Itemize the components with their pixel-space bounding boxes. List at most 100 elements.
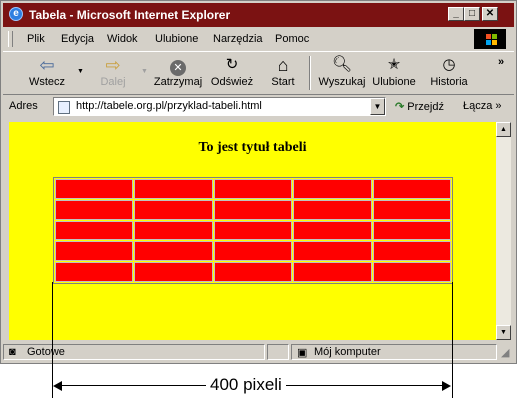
menu-edycja[interactable]: Edycja (61, 33, 94, 45)
menu-bar: Plik Edycja Widok Ulubione Narzędzia Pom… (3, 28, 514, 50)
table-cell (55, 179, 134, 199)
status-ie-icon: ◙ (9, 346, 16, 358)
address-bar: Adres http://tabele.org.pl/przyklad-tabe… (3, 96, 514, 118)
address-dropdown-icon[interactable]: ▼ (370, 98, 385, 115)
toolbar-separator (309, 56, 311, 90)
table-cell (372, 199, 451, 220)
table-cell (293, 241, 372, 262)
home-label: Start (271, 76, 295, 88)
refresh-label: Odśwież (210, 76, 254, 88)
menubar-grip[interactable] (8, 31, 13, 47)
menu-ulubione[interactable]: Ulubione (155, 33, 198, 45)
table-cell (134, 220, 213, 241)
favorites-label: Ulubione (372, 76, 416, 88)
back-button[interactable]: ⇦ Wstecz (21, 54, 73, 92)
table-row (55, 262, 451, 282)
status-zone: Mój komputer (314, 346, 381, 358)
home-button[interactable]: ⌂ Start (265, 54, 301, 92)
menu-widok[interactable]: Widok (107, 33, 138, 45)
table-cell (372, 262, 451, 282)
back-dropdown-icon[interactable]: ▼ (77, 68, 84, 75)
table-cell (293, 179, 372, 199)
table-cell (134, 262, 213, 282)
toolbar-overflow-chevron-icon[interactable]: » (498, 56, 504, 68)
table-cell (213, 179, 293, 199)
table-row (55, 199, 451, 220)
minimize-button[interactable]: _ (448, 7, 464, 21)
table-cell (372, 220, 451, 241)
menu-plik[interactable]: Plik (27, 33, 45, 45)
table-cell (134, 241, 213, 262)
maximize-button[interactable]: □ (464, 7, 480, 21)
computer-icon: ▣ (297, 347, 308, 359)
table-cell (213, 241, 293, 262)
width-annotation-label: 400 pixeli (206, 375, 286, 395)
right-guide-line (452, 282, 453, 398)
go-button[interactable]: ↷ Przejdź (395, 100, 444, 113)
left-arrowhead-icon (53, 381, 62, 391)
search-label: Wyszukaj (318, 76, 366, 88)
favorites-button[interactable]: ✭ Ulubione (371, 54, 417, 92)
table-cell (134, 179, 213, 199)
table-cell (213, 220, 293, 241)
table-cell (213, 199, 293, 220)
browser-window: e Tabela - Microsoft Internet Explorer _… (0, 0, 517, 364)
status-bar: ◙ Gotowe ▣ Mój komputer ◢ (3, 343, 514, 361)
forward-button[interactable]: ⇨ Dalej (89, 54, 137, 92)
address-input[interactable]: http://tabele.org.pl/przyklad-tabeli.htm… (53, 97, 386, 116)
status-text: Gotowe (27, 346, 65, 358)
table-cell (372, 179, 451, 199)
history-icon: ◷ (442, 56, 456, 73)
left-arrow-icon: ⇦ (39, 55, 55, 75)
menu-narzedzia[interactable]: Narzędzia (213, 33, 263, 45)
window-title: Tabela - Microsoft Internet Explorer (29, 8, 231, 22)
table-cell (293, 262, 372, 282)
table-cell (372, 241, 451, 262)
close-button[interactable]: ✕ (482, 7, 498, 21)
status-pane-1 (267, 344, 289, 360)
table-title: To jest tytuł tabeli (198, 140, 307, 155)
history-button[interactable]: ◷ Historia (427, 54, 471, 92)
stop-button[interactable]: ✕ Zatrzymaj (151, 54, 205, 92)
ie-app-icon: e (9, 7, 23, 21)
table-cell (293, 199, 372, 220)
home-icon: ⌂ (277, 55, 289, 75)
links-button[interactable]: Łącza » (463, 100, 502, 112)
menu-pomoc[interactable]: Pomoc (275, 33, 309, 45)
demo-table (53, 177, 453, 284)
table-cell (55, 199, 134, 220)
favorites-icon: ✭ (387, 56, 401, 73)
vertical-scrollbar[interactable]: ▲ ▼ (496, 122, 511, 340)
right-arrow-icon: ⇨ (105, 55, 121, 75)
page-content: To jest tytuł tabeli (9, 122, 496, 340)
table-cell (293, 220, 372, 241)
page-icon (58, 101, 70, 114)
scroll-up-button[interactable]: ▲ (496, 122, 511, 137)
refresh-button[interactable]: ↻ Odśwież (209, 54, 255, 92)
resize-grip-icon[interactable]: ◢ (501, 346, 509, 359)
forward-label: Dalej (100, 76, 126, 88)
table-cell (134, 199, 213, 220)
search-button[interactable]: 🔍︎ Wyszukaj (315, 54, 369, 92)
refresh-icon: ↻ (225, 56, 239, 73)
address-label: Adres (9, 100, 38, 112)
address-url[interactable]: http://tabele.org.pl/przyklad-tabeli.htm… (76, 100, 262, 112)
forward-dropdown-icon[interactable]: ▼ (141, 68, 148, 75)
table-row (55, 241, 451, 262)
search-icon: 🔍︎ (331, 56, 353, 73)
table-row (55, 179, 451, 199)
stop-icon: ✕ (151, 54, 205, 76)
table-cell (213, 262, 293, 282)
right-arrowhead-icon (442, 381, 451, 391)
scroll-down-button[interactable]: ▼ (496, 325, 511, 340)
back-label: Wstecz (28, 76, 66, 88)
history-label: Historia (430, 76, 468, 88)
stop-label: Zatrzymaj (153, 76, 203, 88)
table-cell (55, 220, 134, 241)
table-cell (55, 241, 134, 262)
go-arrow-icon: ↷ (395, 101, 405, 113)
standard-toolbar: ⇦ Wstecz ▼ ⇨ Dalej ▼ ✕ Zatrzymaj ↻ Odświ… (3, 51, 514, 95)
title-bar[interactable]: e Tabela - Microsoft Internet Explorer _… (3, 3, 514, 27)
table-cell (55, 262, 134, 282)
go-label: Przejdź (407, 101, 444, 113)
